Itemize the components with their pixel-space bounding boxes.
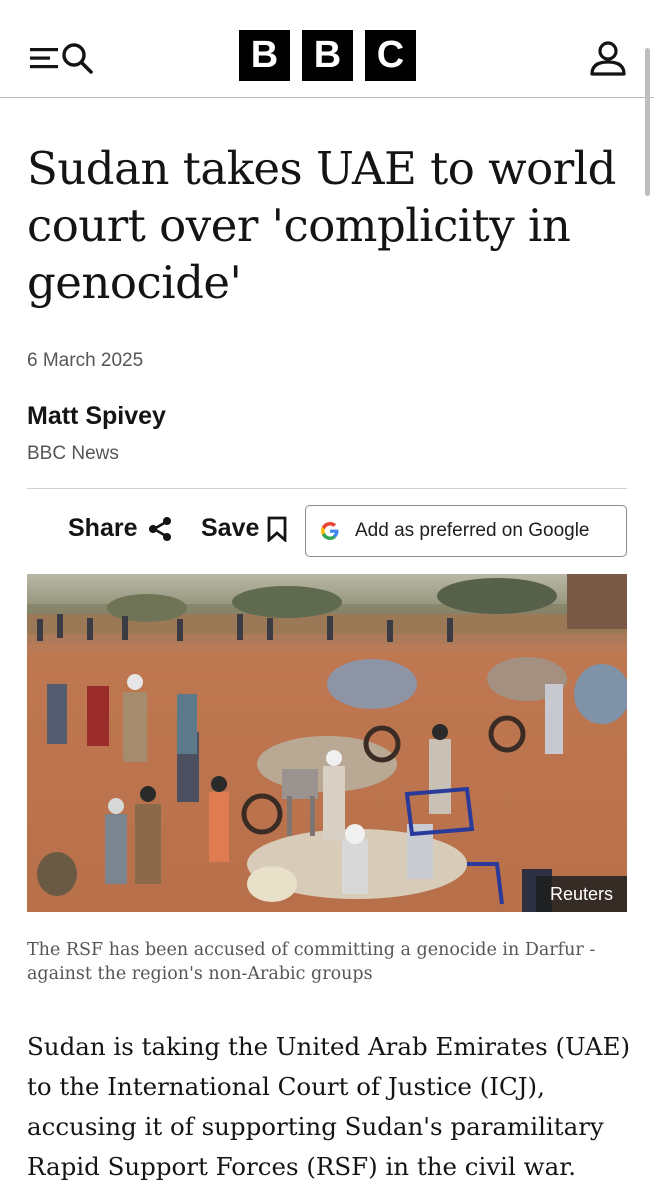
article-photo: Reuters [27,574,627,912]
share-icon [149,516,172,541]
search-icon [62,43,93,74]
share-button[interactable]: Share [68,514,173,543]
google-g-icon [321,522,339,540]
scrollbar[interactable] [645,48,650,196]
image-caption: The RSF has been accused of committing a… [27,940,596,984]
author-source: BBC News [27,443,119,464]
menu-search-button[interactable] [28,40,98,76]
logo-letter-c: C [365,30,416,81]
add-preferred-google-button[interactable]: Add as preferred on Google [305,505,627,557]
author-name[interactable]: Matt Spivey [27,402,166,431]
logo-letter-b2: B [302,30,353,81]
headline: Sudan takes UAE to world court over 'com… [27,142,616,309]
logo-letter-b1: B [239,30,290,81]
publish-date: 6 March 2025 [27,350,144,371]
article-page: B B C Sudan takes UAE to world court ove… [0,0,654,1200]
share-label: Share [68,514,138,542]
site-header: B B C [0,0,654,98]
photo-illustration [27,574,627,912]
menu-icon [30,48,58,69]
save-label: Save [201,514,260,542]
account-icon [590,41,626,76]
save-button[interactable]: Save [201,514,287,543]
article-paragraph-1: Sudan is taking the United Arab Emirates… [27,1032,631,1181]
google-button-label: Add as preferred on Google [355,520,590,541]
account-button[interactable] [588,38,628,78]
image-credit: Reuters [535,876,627,912]
divider [27,488,627,489]
bookmark-icon [267,516,287,542]
bbc-logo[interactable]: B B C [239,30,416,81]
